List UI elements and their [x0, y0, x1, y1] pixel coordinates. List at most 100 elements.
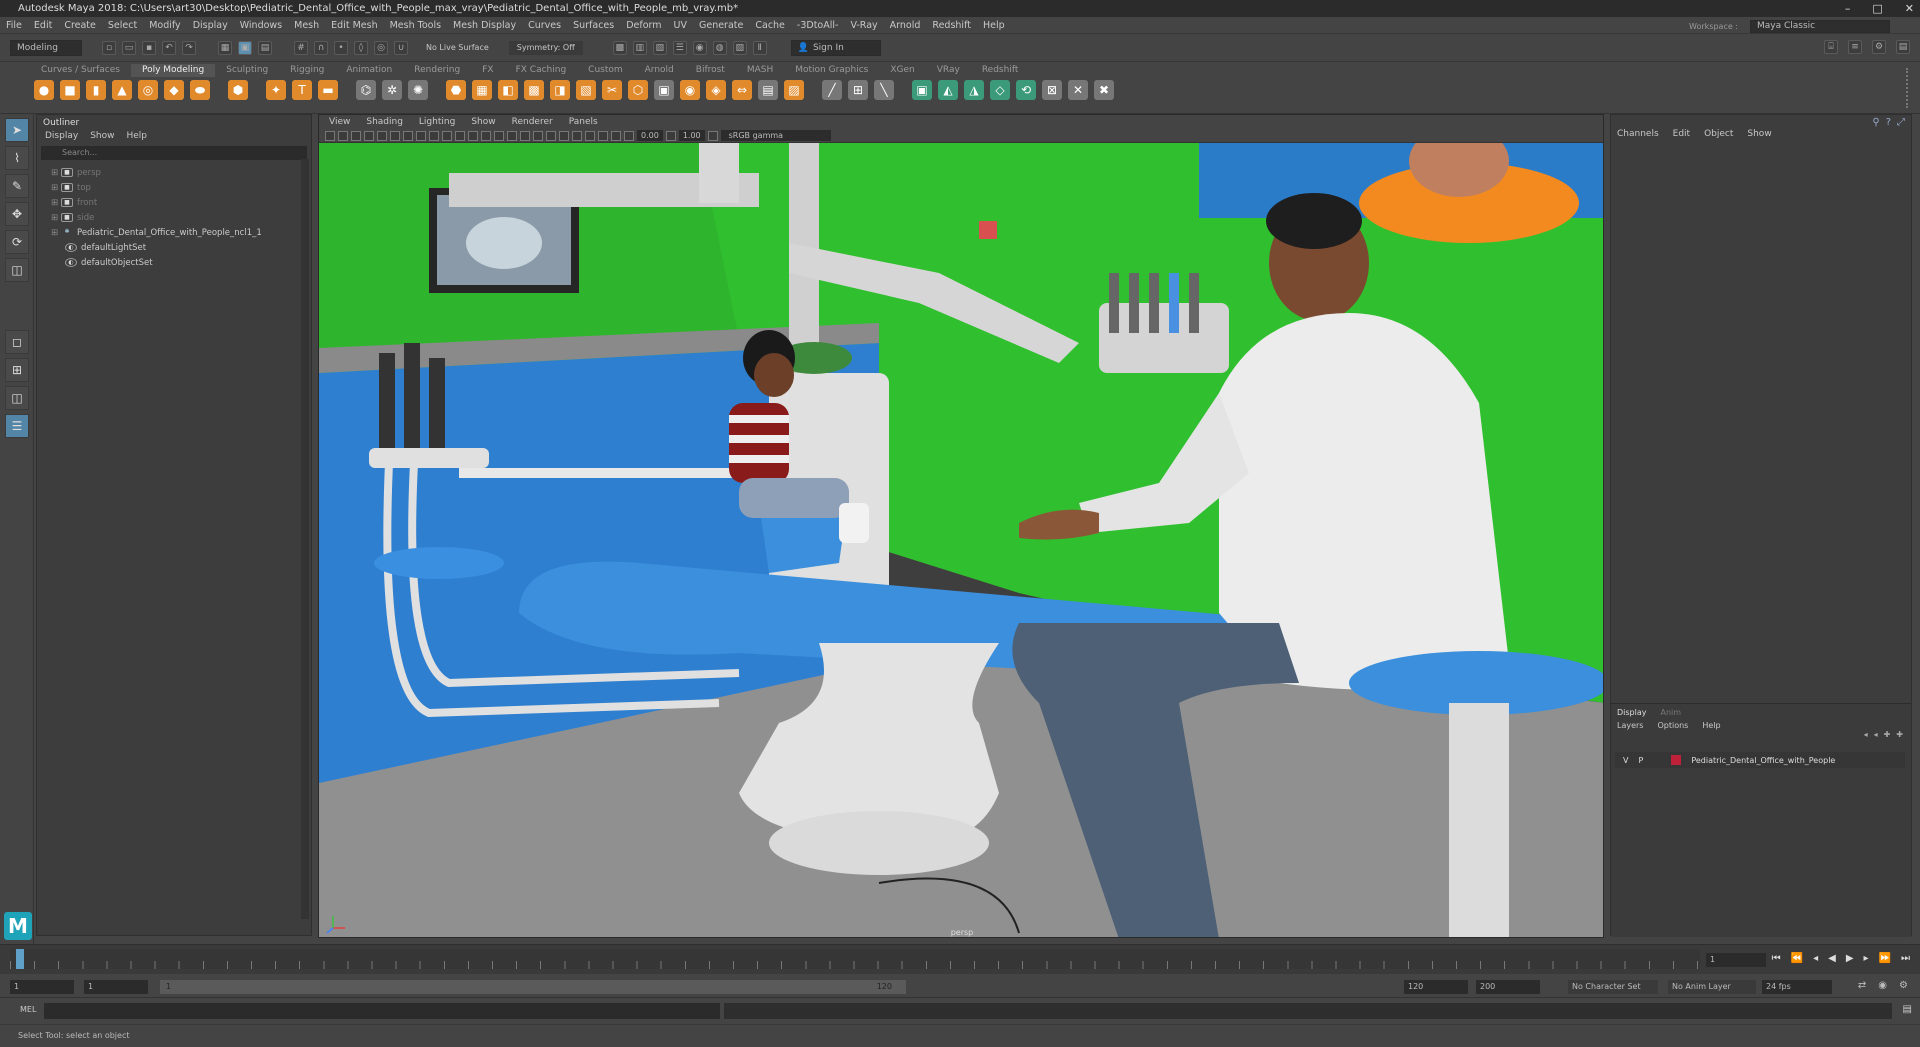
outliner-menu-help[interactable]: Help — [126, 131, 147, 141]
shelf-tab-poly-modeling[interactable]: Poly Modeling — [130, 64, 216, 77]
channel-menu-channels[interactable]: Channels — [1617, 129, 1659, 139]
layer-color-swatch[interactable] — [1671, 755, 1682, 765]
save-scene-icon[interactable]: ▪ — [142, 40, 156, 55]
shadows-icon[interactable] — [546, 130, 556, 141]
menu-mesh[interactable]: Mesh — [288, 17, 325, 34]
vray-ipr-icon[interactable]: ▨ — [732, 40, 747, 55]
smooth-shade-icon[interactable] — [494, 130, 504, 141]
layer-visibility-toggle[interactable]: V — [1623, 756, 1628, 765]
menu-create[interactable]: Create — [58, 17, 102, 34]
snap-curve-icon[interactable]: ∩ — [314, 40, 328, 55]
reduce-icon[interactable]: ◈ — [706, 80, 726, 100]
new-scene-icon[interactable]: ▫ — [102, 40, 116, 55]
menu-vray[interactable]: V-Ray — [844, 17, 883, 34]
gamma-icon[interactable] — [665, 130, 676, 141]
camera-select-icon[interactable] — [325, 130, 335, 141]
resolution-gate-icon[interactable] — [429, 130, 439, 141]
shelf-tab-custom[interactable]: Custom — [577, 64, 633, 77]
menu-generate[interactable]: Generate — [693, 17, 749, 34]
poly-disc-icon[interactable]: ⬬ — [190, 80, 210, 100]
viewport-menu-renderer[interactable]: Renderer — [506, 115, 559, 129]
layer-tab-anim[interactable]: Anim — [1661, 708, 1682, 717]
menu-modify[interactable]: Modify — [143, 17, 186, 34]
menu-help[interactable]: Help — [977, 17, 1011, 34]
channel-pin-icon[interactable]: ⚲ — [1872, 117, 1879, 128]
outliner-search-input[interactable]: Search... — [41, 146, 307, 160]
viewport-menu-shading[interactable]: Shading — [360, 115, 409, 129]
bridge-icon[interactable]: ▦ — [472, 80, 492, 100]
outliner-item-top[interactable]: ⊞ ■ top — [37, 180, 311, 195]
single-view-icon[interactable]: ◻ — [5, 330, 29, 354]
start-time-field[interactable]: 1 — [10, 980, 74, 994]
ipr-render-icon[interactable]: ▧ — [652, 40, 667, 55]
render-frame-icon[interactable]: ▩ — [612, 40, 627, 55]
isolate-select-icon[interactable] — [598, 130, 608, 141]
sculpt-icon[interactable]: ╱ — [822, 80, 842, 100]
vray-render-icon[interactable]: ◍ — [712, 40, 727, 55]
menu-surfaces[interactable]: Surfaces — [567, 17, 620, 34]
film-gate-icon[interactable] — [416, 130, 426, 141]
super-shape-icon[interactable]: ✦ — [266, 80, 286, 100]
paint-select-icon[interactable]: ✎ — [5, 174, 29, 198]
tool-settings-icon[interactable]: ⚙ — [1872, 40, 1886, 54]
poly-cone-icon[interactable]: ▲ — [112, 80, 132, 100]
viewport-menu-lighting[interactable]: Lighting — [413, 115, 461, 129]
menu-windows[interactable]: Windows — [234, 17, 288, 34]
menu-deform[interactable]: Deform — [620, 17, 667, 34]
wireframe-on-shaded-icon[interactable] — [507, 130, 517, 141]
channel-help-icon[interactable]: ? — [1886, 117, 1891, 128]
multi-cut-icon[interactable]: ✂ — [602, 80, 622, 100]
script-editor-icon[interactable]: ▤ — [1903, 1004, 1912, 1015]
playhead[interactable] — [16, 949, 24, 969]
shelf-tab-motion-graphics[interactable]: Motion Graphics — [784, 64, 879, 77]
lasso-tool-icon[interactable]: ⌇ — [5, 146, 29, 170]
channel-menu-object[interactable]: Object — [1704, 129, 1733, 139]
exposure-field[interactable]: 0.00 — [637, 130, 663, 141]
bool-icon[interactable]: ▩ — [524, 80, 544, 100]
outliner-layout-icon[interactable]: ☰ — [5, 414, 29, 438]
auto-map-icon[interactable]: ◮ — [964, 80, 984, 100]
shelf-tab-sculpting[interactable]: Sculpting — [215, 64, 279, 77]
motion-blur-icon[interactable] — [572, 130, 582, 141]
time-slider[interactable]: 1 ⏮ ⏪ ◂ ◀ ▶ ▸ ⏩ ⏭ — [0, 944, 1920, 974]
layer-row[interactable]: V P Pediatric_Dental_Office_with_People — [1615, 752, 1905, 768]
two-view-icon[interactable]: ◫ — [5, 386, 29, 410]
redo-icon[interactable]: ↷ — [182, 40, 196, 55]
shelf-tab-arnold[interactable]: Arnold — [634, 64, 685, 77]
end-time-field[interactable]: 200 — [1476, 980, 1540, 994]
exposure-icon[interactable] — [624, 130, 634, 141]
step-back-key-icon[interactable]: ◂ — [1813, 953, 1818, 964]
lights-icon[interactable] — [533, 130, 543, 141]
open-scene-icon[interactable]: ▭ — [122, 40, 136, 55]
menu-edit[interactable]: Edit — [28, 17, 58, 34]
undo-icon[interactable]: ↶ — [162, 40, 176, 55]
menu-display[interactable]: Display — [187, 17, 234, 34]
planar-map-icon[interactable]: ◭ — [938, 80, 958, 100]
poly-torus-icon[interactable]: ◎ — [138, 80, 158, 100]
smooth-icon[interactable]: ✺ — [408, 80, 428, 100]
outliner-menu-display[interactable]: Display — [45, 131, 78, 141]
cut-uv-icon[interactable]: ✕ — [1068, 80, 1088, 100]
loop-icon[interactable]: ⇄ — [1858, 980, 1866, 991]
playback-end-field[interactable]: 120 — [1404, 980, 1468, 994]
platonic-solid-icon[interactable]: ⬢ — [228, 80, 248, 100]
current-frame-field[interactable]: 1 — [1706, 953, 1766, 967]
2d-pan-icon[interactable] — [377, 130, 387, 141]
gate-mask-icon[interactable] — [442, 130, 452, 141]
shelf-tab-rigging[interactable]: Rigging — [279, 64, 335, 77]
menu-mesh-display[interactable]: Mesh Display — [447, 17, 522, 34]
mirror-icon[interactable]: ⇔ — [732, 80, 752, 100]
new-layer-selected-icon[interactable]: ✚ — [1896, 730, 1903, 739]
viewport-menu-panels[interactable]: Panels — [563, 115, 604, 129]
channel-box-icon[interactable]: ▤ — [1896, 40, 1910, 54]
bookmark-icon[interactable] — [351, 130, 361, 141]
scale-tool-icon[interactable]: ◫ — [5, 258, 29, 282]
pause-icon[interactable]: Ⅱ — [752, 40, 767, 55]
shelf-tab-fx[interactable]: FX — [471, 64, 504, 77]
command-language-label[interactable]: MEL — [20, 1005, 36, 1014]
render-settings-icon[interactable]: ☰ — [672, 40, 687, 55]
shelf-tab-xgen[interactable]: XGen — [879, 64, 925, 77]
wireframe-icon[interactable] — [481, 130, 491, 141]
uv-editor-icon[interactable]: ▣ — [912, 80, 932, 100]
close-button[interactable]: ✕ — [1905, 0, 1914, 17]
